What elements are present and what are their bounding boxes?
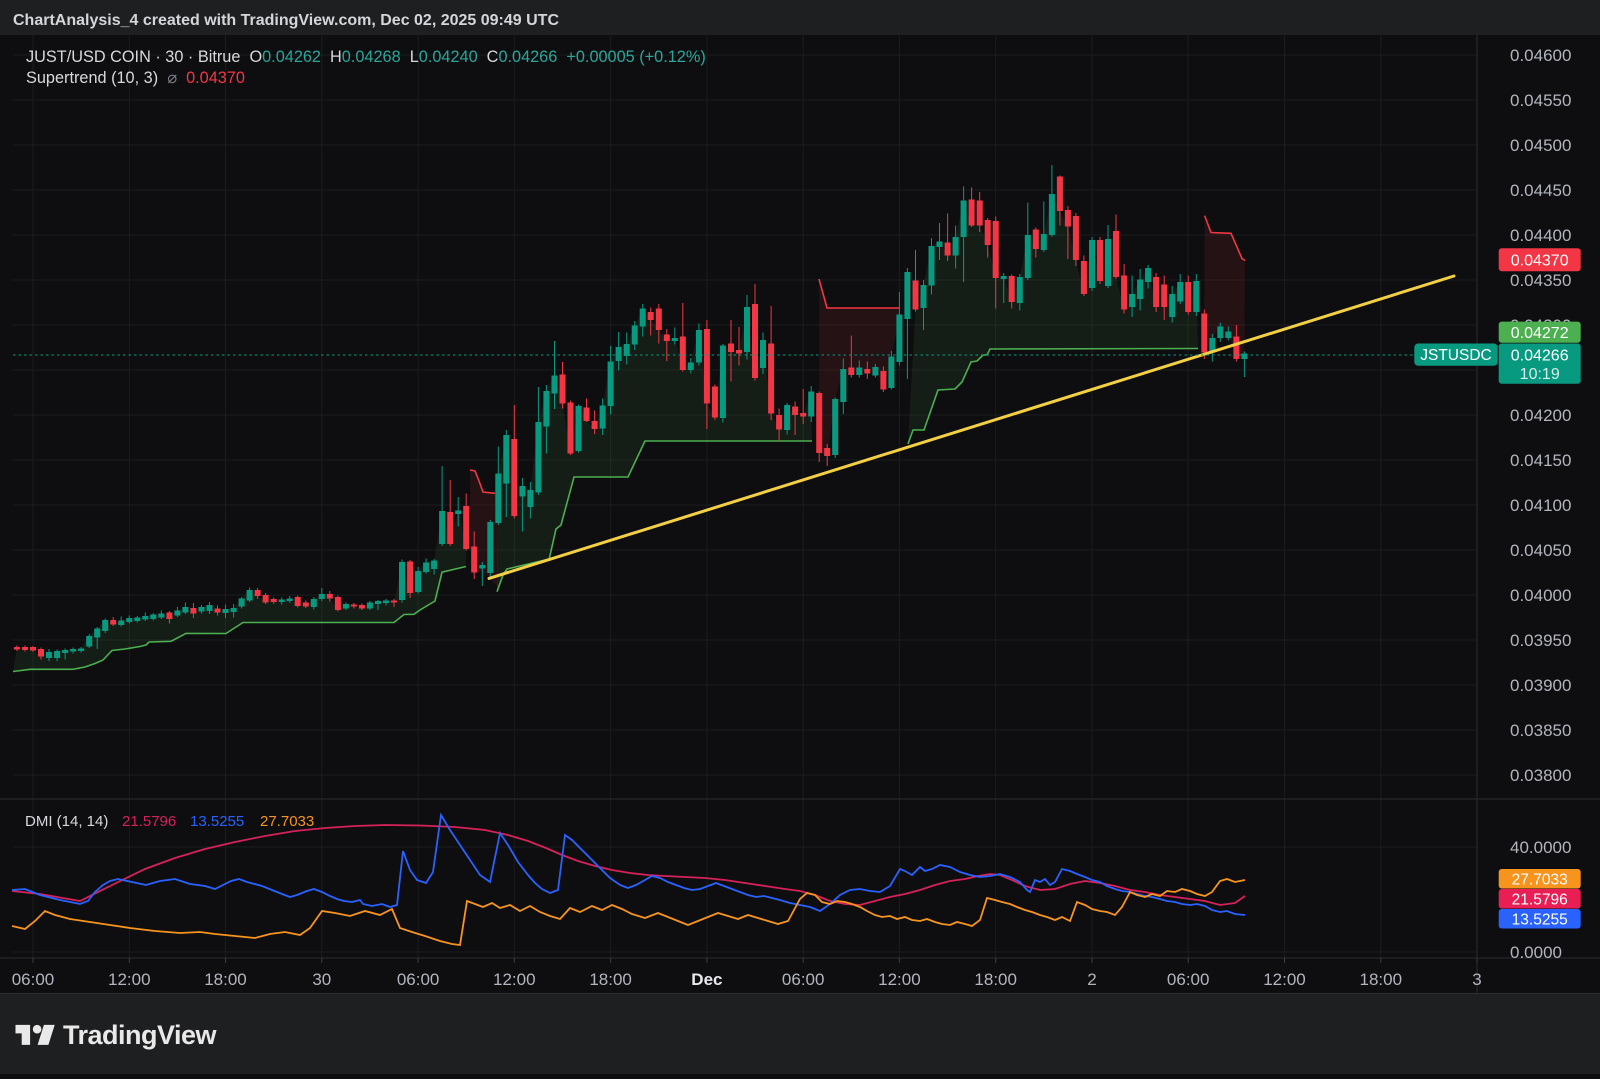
svg-text:12:00: 12:00 bbox=[878, 970, 921, 989]
svg-text:0.04550: 0.04550 bbox=[1510, 91, 1571, 110]
svg-text:06:00: 06:00 bbox=[12, 970, 55, 989]
svg-text:21.5796: 21.5796 bbox=[122, 813, 176, 830]
svg-text:21.5796: 21.5796 bbox=[1512, 892, 1568, 909]
svg-text:JUST/USD COIN · 30 · Bitrue O: JUST/USD COIN · 30 · Bitrue O0.04262 H0.… bbox=[26, 48, 706, 66]
svg-text:0.04266: 0.04266 bbox=[1511, 348, 1569, 365]
svg-text:0.04100: 0.04100 bbox=[1510, 496, 1571, 515]
svg-text:0.04370: 0.04370 bbox=[1511, 253, 1569, 270]
svg-text:0.03950: 0.03950 bbox=[1510, 631, 1571, 650]
svg-text:0.03900: 0.03900 bbox=[1510, 676, 1571, 695]
svg-text:10:19: 10:19 bbox=[1520, 366, 1560, 383]
svg-text:12:00: 12:00 bbox=[493, 970, 536, 989]
svg-text:3: 3 bbox=[1472, 970, 1481, 989]
svg-text:27.7033: 27.7033 bbox=[260, 813, 314, 830]
svg-text:0.04000: 0.04000 bbox=[1510, 586, 1571, 605]
svg-text:18:00: 18:00 bbox=[974, 970, 1017, 989]
svg-text:0.04350: 0.04350 bbox=[1510, 271, 1571, 290]
svg-text:06:00: 06:00 bbox=[1167, 970, 1210, 989]
svg-text:JSTUSDC: JSTUSDC bbox=[1420, 347, 1491, 364]
svg-text:0.04600: 0.04600 bbox=[1510, 46, 1571, 65]
svg-text:13.5255: 13.5255 bbox=[1512, 912, 1568, 929]
svg-text:12:00: 12:00 bbox=[108, 970, 151, 989]
svg-text:0.03850: 0.03850 bbox=[1510, 721, 1571, 740]
svg-text:13.5255: 13.5255 bbox=[190, 813, 244, 830]
svg-text:30: 30 bbox=[312, 970, 331, 989]
svg-text:0.03800: 0.03800 bbox=[1510, 766, 1571, 785]
svg-text:06:00: 06:00 bbox=[397, 970, 440, 989]
svg-text:Supertrend (10, 3) ⌀ 0.04370: Supertrend (10, 3) ⌀ 0.04370 bbox=[26, 69, 245, 87]
svg-text:0.04050: 0.04050 bbox=[1510, 541, 1571, 560]
svg-text:0.04400: 0.04400 bbox=[1510, 226, 1571, 245]
svg-text:27.7033: 27.7033 bbox=[1512, 872, 1568, 889]
svg-text:0.0000: 0.0000 bbox=[1510, 943, 1562, 962]
svg-text:ChartAnalysis_4 created with T: ChartAnalysis_4 created with TradingView… bbox=[13, 12, 559, 29]
svg-text:0.04450: 0.04450 bbox=[1510, 181, 1571, 200]
svg-text:0.04150: 0.04150 bbox=[1510, 451, 1571, 470]
svg-text:TradingView: TradingView bbox=[63, 1020, 218, 1050]
svg-text:DMI (14, 14): DMI (14, 14) bbox=[25, 813, 108, 830]
svg-text:2: 2 bbox=[1087, 970, 1096, 989]
svg-text:0.04272: 0.04272 bbox=[1511, 325, 1569, 342]
svg-text:0.04500: 0.04500 bbox=[1510, 136, 1571, 155]
svg-text:18:00: 18:00 bbox=[1360, 970, 1403, 989]
svg-text:06:00: 06:00 bbox=[782, 970, 825, 989]
svg-text:Dec: Dec bbox=[691, 970, 722, 989]
svg-text:0.04200: 0.04200 bbox=[1510, 406, 1571, 425]
svg-text:12:00: 12:00 bbox=[1263, 970, 1306, 989]
svg-text:40.0000: 40.0000 bbox=[1510, 838, 1571, 857]
svg-text:18:00: 18:00 bbox=[204, 970, 247, 989]
svg-text:18:00: 18:00 bbox=[589, 970, 632, 989]
